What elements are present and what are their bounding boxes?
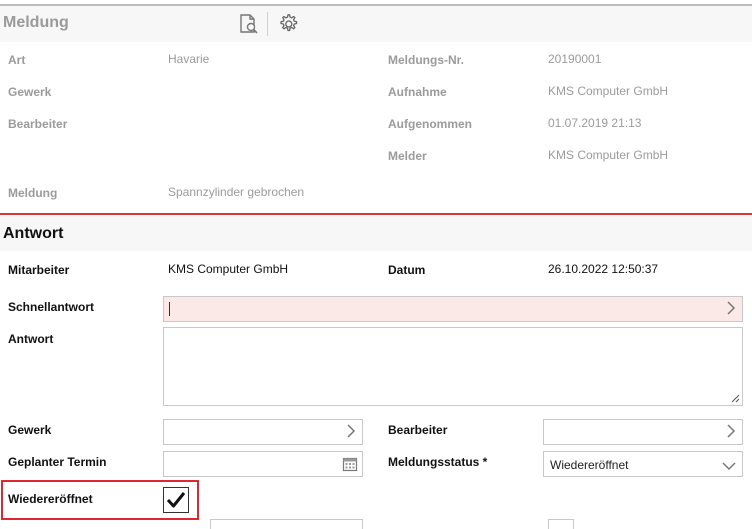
schnellantwort-input[interactable] (163, 296, 743, 322)
aufgenommen-value: 01.07.2019 21:13 (548, 116, 642, 130)
aufnahme-value: KMS Computer GmbH (548, 84, 669, 98)
wiedereroeffnet-checkbox[interactable] (163, 487, 189, 513)
meldung-text-label: Meldung (8, 186, 58, 200)
calendar-icon[interactable] (342, 456, 358, 475)
chevron-right-icon[interactable] (346, 424, 356, 441)
mitarbeiter-value: KMS Computer GmbH (168, 262, 289, 276)
meldungs-nr-value: 20190001 (548, 52, 602, 66)
meldung-text-value: Spannzylinder gebrochen (168, 185, 305, 199)
meldungs-nr-label: Meldungs-Nr. (388, 53, 465, 67)
termin-label: Geplanter Termin (8, 455, 107, 469)
chevron-down-icon[interactable] (722, 458, 736, 474)
gewerk-input[interactable] (163, 419, 363, 445)
mitarbeiter-label: Mitarbeiter (8, 263, 70, 277)
antwort-title: Antwort (3, 225, 64, 242)
schnellantwort-label: Schnellantwort (8, 300, 95, 314)
art-value: Havarie (168, 52, 210, 66)
antwort-label: Antwort (8, 332, 54, 346)
art-label: Art (8, 53, 26, 67)
next-row-input[interactable] (210, 519, 363, 529)
bearbeiter-label: Bearbeiter (8, 117, 68, 131)
document-search-icon (240, 14, 258, 34)
checkmark-icon (166, 492, 186, 508)
meldungsstatus-label: Meldungsstatus * (388, 455, 488, 469)
datum-value: 26.10.2022 12:50:37 (548, 262, 659, 276)
settings-button[interactable] (275, 11, 301, 37)
bearbeiter-input-label: Bearbeiter (388, 423, 448, 437)
resize-handle-icon[interactable] (730, 393, 740, 403)
aufgenommen-label: Aufgenommen (388, 117, 472, 131)
document-search-button[interactable] (236, 11, 262, 37)
meldung-header (0, 6, 752, 42)
aufnahme-label: Aufnahme (388, 85, 447, 99)
melder-label: Melder (388, 149, 427, 163)
antwort-textarea[interactable] (163, 327, 743, 406)
melder-value: KMS Computer GmbH (548, 148, 669, 162)
meldungsstatus-select[interactable]: Wiedereröffnet (543, 451, 743, 477)
gewerk-input-label: Gewerk (8, 423, 52, 437)
datum-label: Datum (388, 263, 426, 277)
gear-icon (280, 14, 298, 32)
next-row-input-2[interactable] (548, 519, 574, 529)
toolbar-separator (267, 12, 268, 36)
text-cursor (169, 302, 170, 316)
termin-date-input[interactable] (163, 451, 363, 477)
meldungsstatus-value: Wiedereröffnet (550, 458, 629, 472)
bearbeiter-input[interactable] (543, 419, 743, 445)
chevron-right-icon[interactable] (726, 301, 736, 318)
chevron-right-icon[interactable] (726, 424, 736, 441)
antwort-header (0, 215, 752, 251)
meldung-title: Meldung (3, 14, 69, 31)
wiedereroeffnet-label: Wiedereröffnet (8, 492, 93, 506)
gewerk-label: Gewerk (8, 85, 52, 99)
